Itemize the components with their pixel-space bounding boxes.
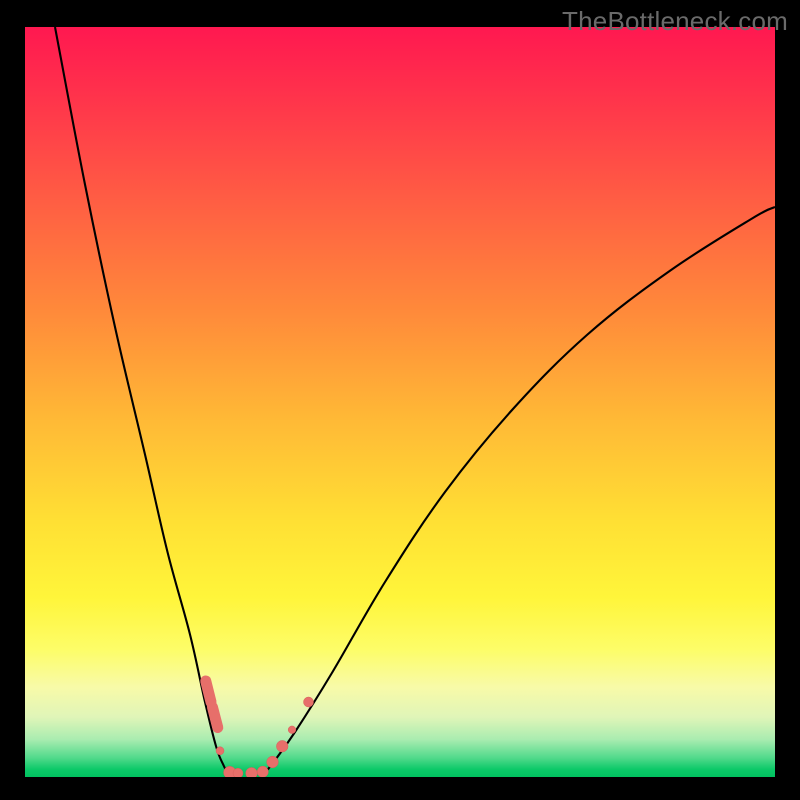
curve-left-branch xyxy=(55,27,230,777)
marker-dot-7 xyxy=(267,756,279,768)
marker-dash-0 xyxy=(206,681,211,702)
marker-dot-9 xyxy=(288,726,296,734)
marker-dot-6 xyxy=(257,766,268,777)
marker-dot-2 xyxy=(216,747,224,755)
curve-right-branch xyxy=(261,207,775,777)
marker-dot-5 xyxy=(246,767,258,777)
marker-dot-8 xyxy=(276,740,288,752)
marker-dot-4 xyxy=(233,768,243,777)
curve-layer xyxy=(55,27,775,777)
chart-plot-area xyxy=(25,27,775,777)
marker-dot-10 xyxy=(304,697,314,707)
watermark-text: TheBottleneck.com xyxy=(562,6,788,37)
marker-dash-1 xyxy=(213,707,218,727)
chart-svg xyxy=(25,27,775,777)
